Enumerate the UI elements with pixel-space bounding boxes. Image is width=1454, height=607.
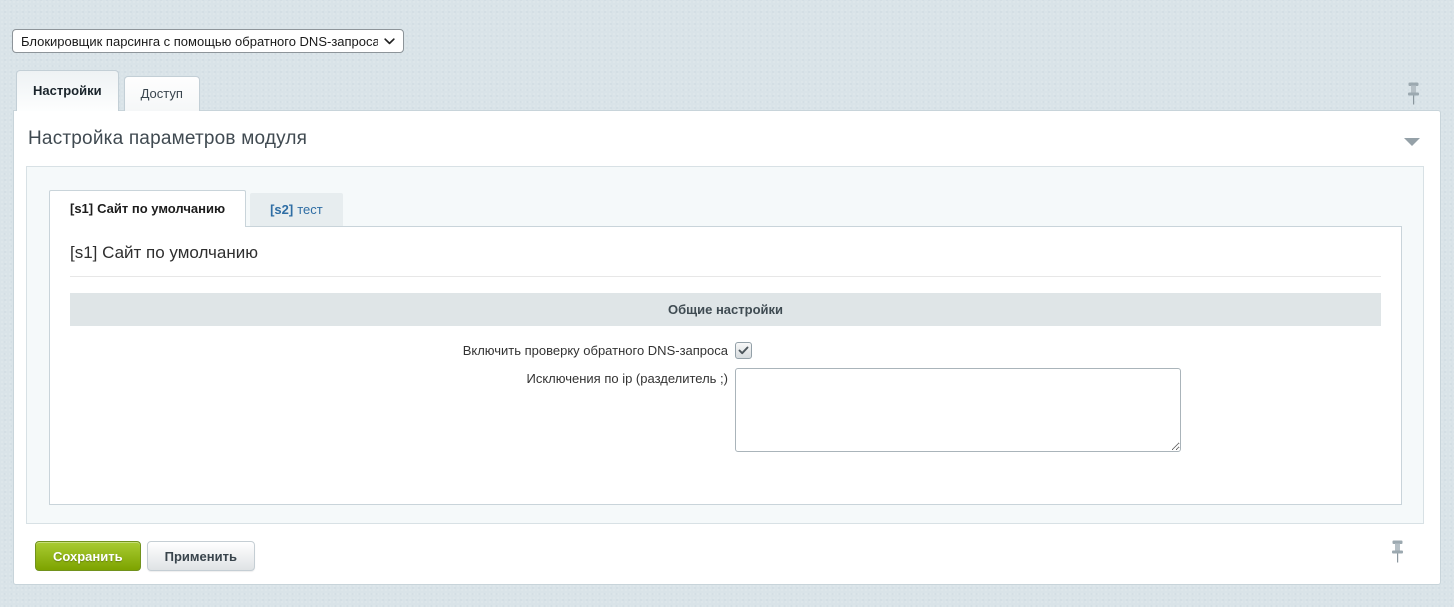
ip-exceptions-textarea[interactable] bbox=[735, 368, 1181, 452]
top-tab-bar: Настройки Доступ bbox=[16, 70, 205, 111]
form-row-ip-exceptions: Исключения по ip (разделитель ;) bbox=[70, 368, 1381, 452]
site-tab-s1-label: Сайт по умолчанию bbox=[97, 201, 225, 216]
settings-section-box: [s1] Сайт по умолчанию [s2] тест [s1] Сайт… bbox=[26, 166, 1424, 524]
collapse-arrow-icon[interactable] bbox=[1404, 138, 1420, 146]
tab-access[interactable]: Доступ bbox=[124, 76, 200, 111]
site-tab-s2-prefix: [s2] bbox=[270, 202, 293, 217]
panel-heading: [s1] Сайт по умолчанию bbox=[70, 243, 1381, 277]
section-header: Настройка параметров модуля bbox=[14, 111, 1440, 166]
dns-check-checkbox[interactable] bbox=[735, 342, 752, 359]
group-header: Общие настройки bbox=[70, 293, 1381, 326]
save-button[interactable]: Сохранить bbox=[35, 541, 141, 571]
detail-content-box: Настройка параметров модуля [s1] Сайт по … bbox=[13, 110, 1441, 585]
tab-settings[interactable]: Настройки bbox=[16, 70, 119, 111]
field-label-ip-exceptions: Исключения по ip (разделитель ;) bbox=[70, 368, 728, 452]
site-tab-s1-prefix: [s1] bbox=[70, 201, 93, 216]
pin-icon-bottom[interactable] bbox=[1391, 540, 1404, 566]
check-icon bbox=[738, 346, 749, 355]
site-tab-s2-label: тест bbox=[297, 202, 323, 217]
module-settings-page: Блокировщик парсинга с помощью обратного… bbox=[0, 0, 1454, 607]
site-tab-s2[interactable]: [s2] тест bbox=[250, 193, 343, 226]
page-title: Настройка параметров модуля bbox=[28, 128, 307, 150]
module-select[interactable]: Блокировщик парсинга с помощью обратного… bbox=[12, 29, 404, 53]
pushpin-icon bbox=[1391, 540, 1404, 563]
site-settings-panel: [s1] Сайт по умолчанию Общие настройки В… bbox=[49, 226, 1402, 505]
module-select-value: Блокировщик парсинга с помощью обратного… bbox=[21, 34, 378, 49]
field-label-dns-check: Включить проверку обратного DNS-запроса bbox=[70, 342, 728, 359]
pushpin-icon bbox=[1407, 82, 1420, 105]
buttons-bar: Сохранить Применить bbox=[14, 524, 1440, 571]
site-tab-bar: [s1] Сайт по умолчанию [s2] тест bbox=[49, 189, 1402, 226]
chevron-down-icon bbox=[384, 38, 395, 45]
pin-icon[interactable] bbox=[1407, 82, 1420, 108]
site-tab-s1[interactable]: [s1] Сайт по умолчанию bbox=[49, 190, 246, 227]
apply-button[interactable]: Применить bbox=[147, 541, 255, 571]
form-row-dns-check: Включить проверку обратного DNS-запроса bbox=[70, 342, 1381, 359]
